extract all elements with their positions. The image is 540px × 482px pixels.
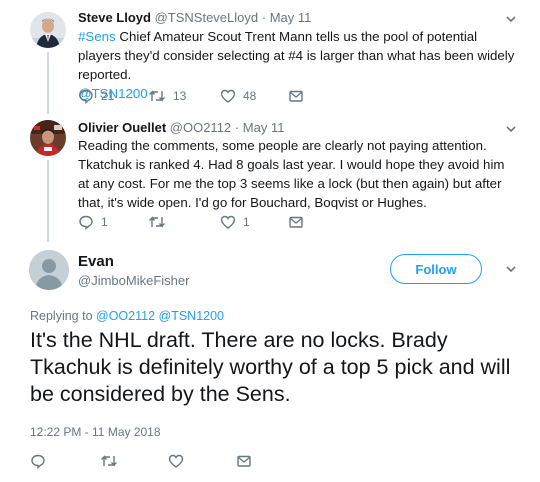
- mention-link[interactable]: @OO2112: [96, 309, 155, 323]
- replying-to: Replying to @OO2112 @TSN1200: [30, 309, 224, 323]
- thread-line: [47, 160, 49, 242]
- avatar[interactable]: [29, 250, 69, 290]
- reply-count: 1: [101, 215, 108, 229]
- direct-message-button[interactable]: [288, 214, 304, 230]
- reply-count: 21: [101, 89, 115, 103]
- like-icon: [168, 454, 184, 468]
- reply-icon: [79, 215, 93, 230]
- hashtag-link[interactable]: #Sens: [78, 29, 116, 44]
- mention-link[interactable]: @TSN1200: [159, 309, 225, 323]
- follow-button[interactable]: Follow: [390, 254, 482, 284]
- tweet-text: Reading the comments, some people are cl…: [78, 136, 518, 212]
- retweet-icon: [149, 90, 165, 102]
- retweet-button[interactable]: 13: [148, 88, 186, 104]
- tweet-header: Olivier Ouellet @OO2112 · May 11: [78, 120, 284, 135]
- like-icon: [220, 89, 236, 103]
- reply-icon: [79, 89, 93, 104]
- replying-prefix: Replying to: [30, 309, 97, 323]
- tweet-header: Steve Lloyd @TSNSteveLloyd · May 11: [78, 10, 311, 25]
- like-button[interactable]: [168, 453, 184, 469]
- retweet-icon: [149, 216, 165, 228]
- retweet-count: 13: [173, 89, 187, 103]
- direct-message-icon: [289, 216, 303, 228]
- tweet-date[interactable]: May 11: [270, 10, 312, 25]
- direct-message-icon: [237, 455, 251, 467]
- author-handle[interactable]: @JimboMikeFisher: [78, 273, 189, 288]
- main-tweet-text: It's the NHL draft. There are no locks. …: [30, 328, 511, 406]
- author-name[interactable]: Olivier Ouellet: [78, 120, 166, 135]
- chevron-down-icon[interactable]: [504, 12, 518, 26]
- reply-icon: [31, 454, 45, 469]
- chevron-down-icon[interactable]: [504, 122, 518, 136]
- separator: ·: [261, 10, 267, 25]
- reply-button[interactable]: 21: [78, 88, 114, 104]
- tweet-body-text: Reading the comments, some people are cl…: [78, 138, 505, 210]
- reply-button[interactable]: 1: [78, 214, 108, 230]
- tweet-body-text: Chief Amateur Scout Trent Mann tells us …: [78, 29, 515, 82]
- retweet-button[interactable]: [148, 214, 173, 230]
- like-button[interactable]: 48: [220, 88, 256, 104]
- avatar[interactable]: [30, 120, 66, 156]
- tweet-date[interactable]: May 11: [243, 120, 285, 135]
- like-count: 1: [243, 215, 250, 229]
- separator: ·: [234, 120, 240, 135]
- avatar[interactable]: [30, 12, 66, 48]
- author-name[interactable]: Evan: [78, 253, 114, 270]
- direct-message-icon: [289, 90, 303, 102]
- direct-message-button[interactable]: [288, 88, 304, 104]
- chevron-down-icon[interactable]: [504, 262, 518, 276]
- reply-button[interactable]: [30, 453, 46, 469]
- retweet-icon: [101, 455, 117, 467]
- tweet-timestamp[interactable]: 12:22 PM - 11 May 2018: [30, 425, 161, 439]
- like-count: 48: [243, 89, 257, 103]
- thread-line: [47, 52, 49, 114]
- author-name[interactable]: Steve Lloyd: [78, 10, 151, 25]
- direct-message-button[interactable]: [236, 453, 252, 469]
- author-handle[interactable]: @OO2112: [170, 120, 231, 135]
- author-handle[interactable]: @TSNSteveLloyd: [155, 10, 259, 25]
- like-button[interactable]: 1: [220, 214, 250, 230]
- like-icon: [220, 215, 236, 229]
- retweet-button[interactable]: [100, 453, 118, 469]
